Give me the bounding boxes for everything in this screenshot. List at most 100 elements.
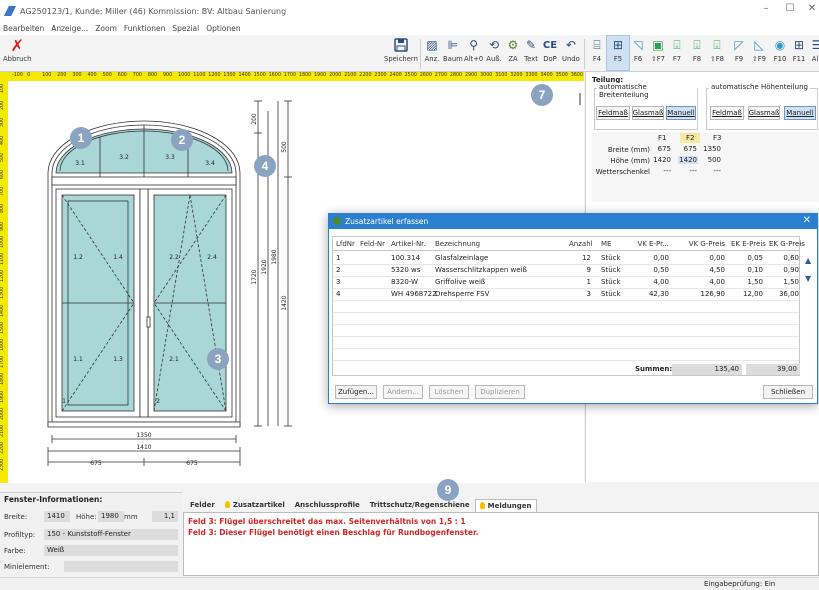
table-cell[interactable]: 3 [336, 278, 356, 286]
table-cell[interactable]: 12 [569, 254, 591, 262]
teilung-cell[interactable]: 675 [678, 145, 698, 153]
tab-meldungen[interactable]: Meldungen [474, 498, 537, 512]
table-cell[interactable]: 1,50 [769, 278, 799, 286]
table-cell[interactable]: 0,00 [677, 254, 725, 262]
scroll-down-icon[interactable]: ▼ [805, 274, 811, 283]
duplicate-button[interactable]: Duplizieren [475, 385, 525, 399]
teilung-cell[interactable]: 1420 [652, 156, 672, 164]
table-cell[interactable]: 126,90 [677, 290, 726, 298]
teilung-cell[interactable]: 675 [652, 145, 672, 153]
baum-button[interactable]: ⊫ Baum [443, 37, 463, 63]
hoehe-feldmass-button[interactable]: Feldmaß [710, 106, 744, 120]
menu-optionen[interactable]: Optionen [206, 24, 240, 33]
table-cell[interactable]: 12,00 [731, 290, 763, 298]
hoehe-manuell-button[interactable]: Manuell [784, 106, 816, 120]
table-cell[interactable]: 8320-W [391, 278, 431, 286]
shift-f9-button[interactable]: ◺ ⇧F9 [750, 37, 768, 63]
teilung-cell[interactable]: --- [652, 167, 672, 175]
zoom-all-button[interactable]: ⚲ Alt+0 [464, 37, 483, 63]
table-cell[interactable]: 0,60 [769, 254, 799, 262]
column-header[interactable]: EK E-Preis [731, 240, 766, 248]
table-cell[interactable]: 0,05 [731, 254, 763, 262]
maximize-button[interactable]: ☐ [778, 3, 802, 14]
za-button[interactable]: ⚙ ZA [505, 37, 521, 63]
teilung-cell[interactable]: --- [702, 167, 722, 175]
add-button[interactable]: Zufügen... [335, 385, 377, 399]
table-cell[interactable]: 0,10 [731, 266, 763, 274]
speichern-button[interactable]: Speichern [384, 37, 418, 63]
table-cell[interactable]: 36,00 [769, 290, 799, 298]
column-header[interactable]: ME [601, 240, 627, 248]
table-cell[interactable]: 3 [569, 290, 591, 298]
anz-button[interactable]: ▨ Anz. [424, 37, 440, 63]
tab-felder[interactable]: Felder [185, 498, 220, 512]
f7-button[interactable]: ⍗ F7 [668, 37, 686, 64]
breite-feldmass-button[interactable]: Feldmaß [596, 106, 630, 120]
close-window-button[interactable]: ✕ [800, 3, 819, 14]
scroll-up-icon[interactable]: ▲ [805, 256, 811, 265]
column-header[interactable]: Feld-Nr [360, 240, 388, 248]
table-cell[interactable]: 4,00 [629, 278, 669, 286]
table-cell[interactable]: Stück [601, 278, 627, 286]
dialog-close-icon[interactable]: ✕ [803, 215, 811, 226]
table-cell[interactable]: 42,30 [629, 290, 669, 298]
aussen-button[interactable]: ⟲ Auß. [486, 37, 502, 63]
table-cell[interactable]: WH 4968722 [391, 290, 437, 298]
table-cell[interactable]: Drehsperre FSV [435, 290, 555, 298]
undo-button[interactable]: ↶ Undo [562, 37, 580, 63]
column-header[interactable]: VK E-Pr... [629, 240, 669, 248]
table-cell[interactable]: 4,00 [677, 278, 725, 286]
table-cell[interactable]: Stück [601, 254, 627, 262]
table-cell[interactable]: 4,50 [677, 266, 725, 274]
shift-f7-button[interactable]: ▣ ⇧F7 [649, 37, 667, 63]
close-button[interactable]: Schließen [763, 385, 813, 399]
scroll-indicator[interactable] [579, 93, 581, 105]
f10-button[interactable]: ◉ F10 [771, 37, 789, 63]
column-header[interactable]: Bezeichnung [435, 240, 555, 248]
f11-button[interactable]: ⊞ F11 [790, 37, 808, 63]
teilung-cell[interactable]: 500 [702, 156, 722, 164]
f4-button[interactable]: ⌸ F4 [588, 37, 606, 64]
f5-button[interactable]: ⊞ F5 [609, 37, 627, 63]
table-cell[interactable]: Stück [601, 290, 627, 298]
hoehe-glasmass-button[interactable]: Glasmaß [748, 106, 780, 120]
tab-anschlussprofile[interactable]: Anschlussprofile [290, 498, 365, 512]
table-cell[interactable]: 9 [569, 266, 591, 274]
table-cell[interactable]: Glasfalzeinlage [435, 254, 555, 262]
table-cell[interactable]: 4 [336, 290, 356, 298]
column-header[interactable]: Anzahl [569, 240, 593, 248]
menu-zoom[interactable]: Zoom [95, 24, 117, 33]
table-cell[interactable]: 0,50 [629, 266, 669, 274]
table-cell[interactable]: 1 [569, 278, 591, 286]
abbruch-button[interactable]: ✗ Abbruch [3, 36, 31, 64]
table-cell[interactable]: Stück [601, 266, 627, 274]
delete-button[interactable]: Löschen [429, 385, 469, 399]
column-header[interactable]: LfdNr [336, 240, 356, 248]
table-cell[interactable]: Wasserschlitzkappen weiß [435, 266, 555, 274]
edit-button[interactable]: Ändern... [383, 385, 423, 399]
menu-spezial[interactable]: Spezial [172, 24, 199, 33]
breite-glasmass-button[interactable]: Glasmaß [632, 106, 664, 120]
tab-zusatzartikel[interactable]: Zusatzartikel [220, 498, 290, 512]
f8-button[interactable]: ⍗ F8 [688, 37, 706, 64]
more-button[interactable]: ☰ Al [809, 37, 819, 63]
text-button[interactable]: ✎ Text [523, 37, 539, 63]
table-cell[interactable]: 2 [336, 266, 356, 274]
table-cell[interactable]: 1 [336, 254, 356, 262]
teilung-cell[interactable]: 1350 [702, 145, 722, 153]
minimize-button[interactable]: – [754, 3, 778, 14]
column-header[interactable]: EK G-Preis [769, 240, 805, 248]
table-cell[interactable]: 5320 ws [391, 266, 431, 274]
column-header[interactable]: Artikel-Nr. [391, 240, 431, 248]
f9-button[interactable]: ◸ F9 [730, 37, 748, 63]
dop-button[interactable]: CE DoP [542, 37, 558, 64]
table-cell[interactable]: 0,00 [629, 254, 669, 262]
teilung-cell[interactable]: 1420 [678, 156, 698, 164]
table-cell[interactable]: Griffolive weiß [435, 278, 555, 286]
breite-manuell-button[interactable]: Manuell [666, 106, 696, 120]
menu-bearbeiten[interactable]: Bearbeiten [3, 24, 44, 33]
menu-funktionen[interactable]: Funktionen [124, 24, 166, 33]
shift-f8-button[interactable]: ⍗ ⇧F8 [708, 37, 726, 64]
table-cell[interactable]: 1,50 [731, 278, 763, 286]
table-cell[interactable]: 0,90 [769, 266, 799, 274]
